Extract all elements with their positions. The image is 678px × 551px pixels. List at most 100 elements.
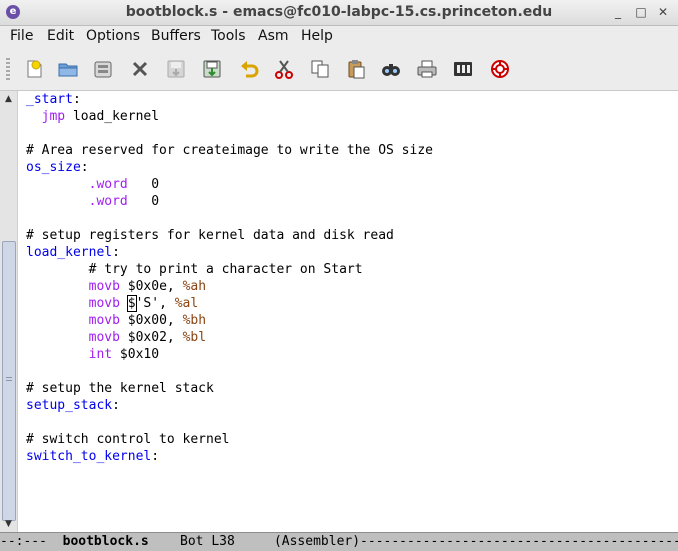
code-token: : [72, 92, 81, 107]
code-line[interactable]: movb $'S', %al [26, 295, 674, 312]
code-line[interactable]: switch_to_kernel: [26, 448, 674, 465]
text-cursor: $ [126, 295, 137, 312]
menu-asm[interactable]: Asm [258, 28, 289, 44]
help-icon[interactable] [487, 57, 513, 81]
modeline-buffer-name[interactable]: bootblock.s [63, 534, 149, 549]
code-token: : [151, 449, 160, 464]
copy-icon[interactable] [307, 57, 333, 81]
save-icon[interactable] [163, 57, 189, 81]
close-window-button[interactable]: ✕ [655, 4, 671, 20]
code-token: 0 [127, 194, 160, 209]
cut-icon[interactable] [271, 57, 297, 81]
code-token: $0x00, [119, 313, 183, 328]
scrollbar-thumb[interactable] [2, 241, 16, 521]
code-line[interactable]: _start: [26, 91, 674, 108]
undo-icon[interactable] [236, 57, 262, 81]
code-line[interactable] [26, 363, 674, 380]
code-token: : [112, 245, 120, 260]
menu-tools[interactable]: Tools [211, 28, 246, 44]
modeline-fill: ----------------------------------------… [360, 534, 678, 549]
code-line[interactable]: movb $0x02, %bl [26, 329, 674, 346]
code-token: # switch control to kernel [26, 432, 230, 447]
code-token: 0 [127, 177, 160, 192]
modeline-status: --:--- [0, 534, 63, 549]
modeline-position: Bot L38 [148, 534, 274, 549]
code-token: : [80, 160, 89, 175]
save-as-icon[interactable] [199, 57, 225, 81]
minimize-button[interactable]: _ [610, 4, 626, 20]
code-token: switch_to_kernel [26, 449, 152, 464]
scroll-up-icon[interactable]: ▲ [2, 93, 15, 105]
code-token: movb [88, 279, 120, 294]
title-bar: e bootblock.s - emacs@fc010-labpc-15.cs.… [0, 0, 678, 26]
code-line[interactable]: os_size: [26, 159, 674, 176]
code-token: $0x02, [119, 330, 183, 345]
code-token: movb [88, 296, 120, 311]
code-token: # Area reserved for createimage to write… [26, 143, 433, 158]
code-token: jmp [41, 109, 66, 124]
code-token: %bh [182, 313, 207, 328]
new-file-icon[interactable] [21, 57, 47, 81]
toolbar-grip[interactable] [6, 58, 10, 80]
code-line[interactable]: # setup registers for kernel data and di… [26, 227, 674, 244]
code-token: load_kernel [65, 109, 160, 124]
code-line[interactable] [26, 210, 674, 227]
code-token: # setup registers for kernel data and di… [26, 228, 394, 243]
code-token: $0x0e, [119, 279, 183, 294]
menu-options[interactable]: Options [86, 28, 140, 44]
menu-help[interactable]: Help [301, 28, 333, 44]
code-token: # setup the kernel stack [26, 381, 214, 396]
code-line[interactable]: # switch control to kernel [26, 431, 674, 448]
code-token: : [112, 398, 120, 413]
menu-buffers[interactable]: Buffers [151, 28, 201, 44]
close-buffer-icon[interactable] [127, 57, 153, 81]
scroll-down-icon[interactable]: ▼ [2, 518, 15, 530]
code-line[interactable]: # setup the kernel stack [26, 380, 674, 397]
code-token: .word [88, 194, 128, 209]
customize-icon[interactable] [450, 57, 476, 81]
code-token: 'S', [135, 296, 175, 311]
code-token: %al [174, 296, 199, 311]
code-token: _start [26, 92, 73, 107]
code-editor[interactable]: _start: jmp load_kernel # Area reserved f… [26, 91, 674, 532]
dired-icon[interactable] [90, 57, 116, 81]
code-token: $0x10 [112, 347, 160, 362]
code-line[interactable] [26, 414, 674, 431]
code-token: %bl [182, 330, 207, 345]
toolbar [0, 48, 678, 91]
code-token: movb [88, 313, 120, 328]
maximize-button[interactable]: □ [633, 4, 649, 20]
paste-icon[interactable] [343, 57, 369, 81]
code-token: load_kernel [26, 245, 113, 260]
vertical-scrollbar[interactable]: ▲ ▼ [0, 91, 18, 532]
code-line[interactable]: int $0x10 [26, 346, 674, 363]
code-line[interactable] [26, 125, 674, 142]
search-icon[interactable] [378, 57, 404, 81]
code-line[interactable]: movb $0x0e, %ah [26, 278, 674, 295]
code-line[interactable]: .word 0 [26, 176, 674, 193]
code-line[interactable]: setup_stack: [26, 397, 674, 414]
code-line[interactable]: # Area reserved for createimage to write… [26, 142, 674, 159]
code-line[interactable]: # try to print a character on Start [26, 261, 674, 278]
code-line[interactable]: load_kernel: [26, 244, 674, 261]
print-icon[interactable] [414, 57, 440, 81]
code-line[interactable]: movb $0x00, %bh [26, 312, 674, 329]
code-line[interactable]: .word 0 [26, 193, 674, 210]
menu-edit[interactable]: Edit [47, 28, 74, 44]
code-token: .word [88, 177, 128, 192]
menu-bar: File Edit Options Buffers Tools Asm Help [0, 26, 678, 48]
code-token: movb [88, 330, 120, 345]
modeline-major-mode[interactable]: (Assembler) [274, 534, 360, 549]
open-folder-icon[interactable] [55, 57, 81, 81]
code-line[interactable]: jmp load_kernel [26, 108, 674, 125]
code-token: int [88, 347, 113, 362]
menu-file[interactable]: File [10, 28, 33, 44]
